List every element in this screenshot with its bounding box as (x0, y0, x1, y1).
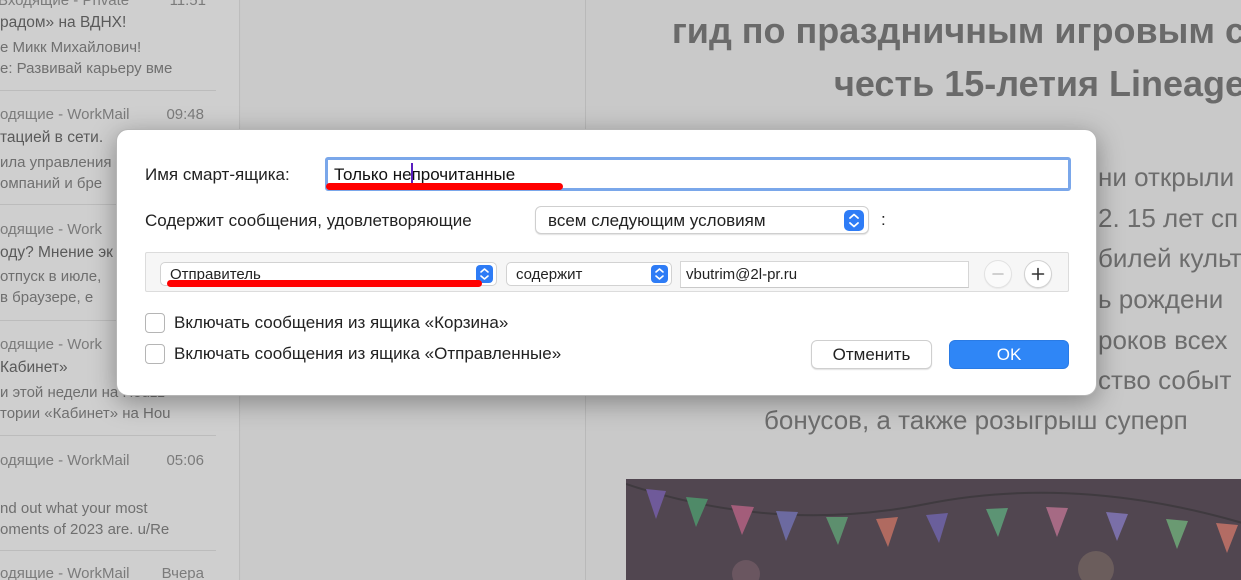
list-item-preview: ила управления (0, 154, 112, 171)
article-title-line: честь 15-летия Lineage (833, 63, 1241, 104)
article-body-line: ь рождени (1098, 284, 1224, 314)
list-item-subject: оду? Мнение эк (0, 244, 113, 261)
list-item-subject: Кабинет» (0, 359, 68, 376)
list-item-preview: oments of 2023 are. u/Re (0, 521, 170, 538)
list-item-time: Вчера (161, 565, 204, 580)
mailbox-name-label: Имя смарт-ящика: (145, 165, 290, 184)
contains-label: Содержит сообщения, удовлетворяющие (145, 211, 472, 230)
plus-icon (1031, 267, 1045, 281)
rule-operator-select[interactable]: содержит (506, 262, 672, 286)
list-item-mailbox: одящие - WorkMail (0, 565, 130, 580)
article-image (626, 479, 1241, 580)
list-item-mailbox: одящие - WorkMail (0, 106, 130, 123)
remove-rule-button[interactable] (984, 260, 1012, 288)
list-item-subject: радом» на ВДНХ! (0, 14, 127, 31)
rule-value-field[interactable]: vbutrim@2l-pr.ru (680, 261, 969, 288)
ok-button[interactable]: OK (949, 340, 1069, 369)
list-item-preview: в браузере, е (0, 289, 94, 306)
match-suffix: : (881, 210, 886, 229)
annotation-underline (326, 183, 563, 190)
list-item-preview: омпаний и бре (0, 175, 103, 192)
article-body-line: ство событ (1098, 365, 1232, 395)
cancel-button[interactable]: Отменить (811, 340, 932, 369)
list-item-preview: nd out what your most (0, 500, 148, 517)
add-rule-button[interactable] (1024, 260, 1052, 288)
rule-value-text: vbutrim@2l-pr.ru (686, 266, 798, 283)
chevron-updown-icon (651, 265, 668, 283)
text-caret (411, 163, 413, 185)
divider (0, 90, 216, 91)
annotation-underline (167, 280, 482, 287)
article-body-line: роков всех (1098, 325, 1228, 355)
article-body-line: ни открыли (1098, 162, 1235, 192)
mailbox-name-value: Только непрочитанные (334, 165, 516, 184)
list-item-preview: е Микк Михайлович! (0, 39, 142, 56)
list-item-time: 05:06 (166, 452, 204, 469)
list-item-time: 11:51 (169, 0, 206, 9)
list-item-mailbox: одящие - Work (0, 221, 103, 238)
match-condition-select[interactable]: всем следующим условиям (535, 206, 869, 234)
include-sent-label: Включать сообщения из ящика «Отправленны… (174, 344, 562, 363)
list-item-time: 09:48 (166, 106, 204, 123)
list-item-preview: е: Развивай карьеру вме (0, 60, 173, 77)
divider (0, 435, 216, 436)
include-trash-checkbox[interactable] (145, 313, 165, 333)
match-condition-value: всем следующим условиям (548, 211, 766, 230)
article-body-line: бонусов, а также розыгрыш суперп (764, 405, 1188, 435)
chevron-updown-icon (844, 210, 864, 231)
article-body-line: билей культ (1098, 243, 1241, 273)
include-sent-checkbox[interactable] (145, 344, 165, 364)
article-title-line: гид по праздничным игровым с (671, 10, 1241, 51)
divider (0, 550, 216, 551)
minus-icon (992, 273, 1004, 275)
list-item-mailbox: Входящие - Private (0, 0, 130, 9)
list-item-subject: тацией в сети. (0, 129, 104, 146)
list-item-mailbox: одящие - WorkMail (0, 452, 130, 469)
smart-mailbox-dialog: Имя смарт-ящика: Только непрочитанные Со… (116, 129, 1097, 396)
rule-operator-value: содержит (516, 266, 583, 283)
include-trash-label: Включать сообщения из ящика «Корзина» (174, 313, 509, 332)
article-body-line: 2. 15 лет сп (1098, 203, 1239, 233)
list-item-mailbox: одящие - Work (0, 336, 103, 353)
list-item-preview: тории «Кабинет» на Hou (0, 405, 171, 422)
list-item-preview: отпуск в июле, (0, 268, 102, 285)
